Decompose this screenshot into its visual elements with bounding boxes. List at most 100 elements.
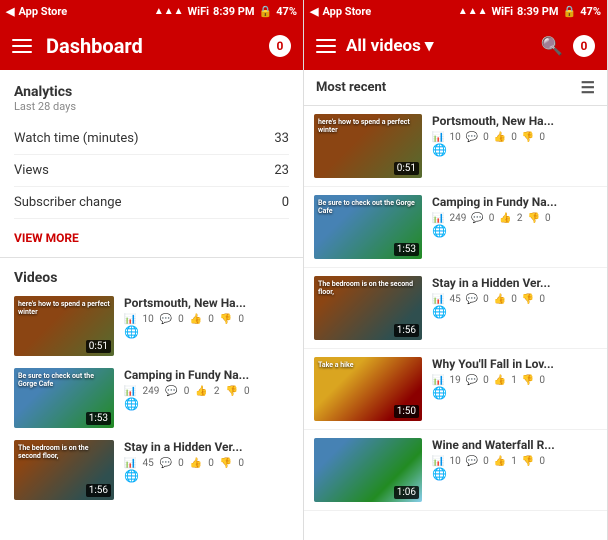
video-stats-1: 📊 10 💬 0 👍 0 👎 0	[124, 314, 289, 325]
views-count-1: 10	[142, 314, 153, 325]
dislikes-count-2: 0	[244, 386, 250, 397]
videos-section-title: Videos	[14, 270, 289, 286]
back-arrow[interactable]: ◀	[6, 5, 14, 18]
globe-icon-r3: 🌐	[432, 305, 447, 319]
filter-icon[interactable]: ☰	[581, 78, 595, 97]
notification-badge-left[interactable]: 0	[269, 35, 291, 57]
right-title-4: Why You'll Fall in Lov...	[432, 357, 597, 371]
thumbs-down-icon: 👎	[522, 132, 534, 143]
list-item[interactable]: here's how to spend a perfect winter 0:5…	[304, 106, 607, 187]
comment-icon: 💬	[160, 314, 172, 325]
comments-count-2: 0	[184, 386, 190, 397]
right-stats-2: 📊249 💬0 👍2 👎0	[432, 213, 597, 224]
right-title-1: Portsmouth, New Ha...	[432, 114, 597, 128]
subscriber-value: 0	[282, 195, 289, 210]
views-count-3: 45	[142, 458, 153, 469]
right-status-right: ▲▲▲ WiFi 8:39 PM 🔒 47%	[458, 5, 601, 18]
right-hamburger-menu[interactable]	[316, 39, 336, 53]
dropdown-arrow-icon[interactable]: ▾	[425, 36, 434, 56]
right-title-3: Stay in a Hidden Ver...	[432, 276, 597, 290]
analytics-row-subscribers: Subscriber change 0	[14, 187, 289, 219]
view-more-link[interactable]: VIEW MORE	[14, 219, 289, 247]
c5: 0	[483, 456, 489, 467]
bar-chart-icon: 📊	[124, 314, 136, 325]
thumbs-up-icon: 👍	[494, 375, 506, 386]
bar-chart-icon: 📊	[432, 132, 444, 143]
bar-chart-icon: 📊	[432, 294, 444, 305]
bar-chart-icon: 📊	[432, 213, 444, 224]
subscriber-label: Subscriber change	[14, 195, 122, 210]
list-item[interactable]: 1:06 Wine and Waterfall R... 📊10 💬0 👍1 👎…	[304, 430, 607, 511]
video-title-3: Stay in a Hidden Ver...	[124, 440, 289, 454]
l1: 0	[511, 132, 517, 143]
video-stats-3: 📊 45 💬 0 👍 0 👎 0	[124, 458, 289, 469]
left-panel: ◀ App Store ▲▲▲ WiFi 8:39 PM 🔒 47% Dashb…	[0, 0, 304, 540]
watch-time-value: 33	[274, 131, 289, 146]
views-count-2: 249	[142, 386, 159, 397]
right-title-5: Wine and Waterfall R...	[432, 438, 597, 452]
bar-chart-icon: 📊	[124, 386, 136, 397]
video-stats-2: 📊 249 💬 0 👍 2 👎 0	[124, 386, 289, 397]
signal-icon: ▲▲▲	[154, 6, 184, 17]
left-status-bar: ◀ App Store ▲▲▲ WiFi 8:39 PM 🔒 47%	[0, 0, 303, 22]
list-item[interactable]: Be sure to check out the Gorge Cafe 1:53…	[14, 368, 289, 428]
signal-icon-right: ▲▲▲	[458, 6, 488, 17]
thumbs-down-icon: 👎	[522, 294, 534, 305]
list-item[interactable]: The bedroom is on the second floor, 1:56…	[14, 440, 289, 500]
lock-icon: 🔒	[259, 5, 273, 18]
left-videos-section: Videos here's how to spend a perfect win…	[0, 258, 303, 540]
watch-time-label: Watch time (minutes)	[14, 131, 139, 146]
d3: 0	[539, 294, 545, 305]
hamburger-menu[interactable]	[12, 39, 32, 53]
right-info-2: Camping in Fundy Na... 📊249 💬0 👍2 👎0 🌐	[432, 195, 597, 239]
right-thumb-4: Take a hike 1:50	[314, 357, 422, 421]
comment-icon: 💬	[160, 458, 172, 469]
thumb-text-2: Be sure to check out the Gorge Cafe	[18, 372, 110, 389]
v4: 19	[449, 375, 460, 386]
video-thumbnail-1: here's how to spend a perfect winter 0:5…	[14, 296, 114, 356]
battery-level-right: 47%	[580, 5, 601, 18]
right-duration-5: 1:06	[394, 486, 419, 499]
back-arrow-right[interactable]: ◀	[310, 5, 318, 18]
dislikes-count-3: 0	[238, 458, 244, 469]
right-stats-3: 📊45 💬0 👍0 👎0	[432, 294, 597, 305]
globe-icon-r1: 🌐	[432, 143, 447, 157]
thumbs-down-icon: 👎	[527, 213, 539, 224]
likes-count-3: 0	[208, 458, 214, 469]
list-item[interactable]: Be sure to check out the Gorge Cafe 1:53…	[304, 187, 607, 268]
thumb-text-3: The bedroom is on the second floor,	[18, 444, 110, 461]
right-title-2: Camping in Fundy Na...	[432, 195, 597, 209]
thumbs-down-icon: 👎	[522, 375, 534, 386]
right-info-1: Portsmouth, New Ha... 📊10 💬0 👍0 👎0 🌐	[432, 114, 597, 158]
list-item[interactable]: here's how to spend a perfect winter 0:5…	[14, 296, 289, 356]
right-duration-2: 1:53	[394, 243, 419, 256]
thumbs-down-icon: 👎	[220, 458, 232, 469]
likes-count-1: 0	[208, 314, 214, 325]
c1: 0	[483, 132, 489, 143]
right-thumb-2: Be sure to check out the Gorge Cafe 1:53	[314, 195, 422, 259]
thumbs-up-icon: 👍	[190, 458, 202, 469]
right-thumb-5: 1:06	[314, 438, 422, 502]
list-item[interactable]: The bedroom is on the second floor, 1:56…	[304, 268, 607, 349]
wifi-icon: WiFi	[188, 5, 209, 18]
right-duration-3: 1:56	[394, 324, 419, 337]
thumbs-up-icon: 👍	[190, 314, 202, 325]
v5: 10	[449, 456, 460, 467]
c4: 0	[483, 375, 489, 386]
right-duration-4: 1:50	[394, 405, 419, 418]
comment-icon: 💬	[466, 375, 478, 386]
video-title-1: Portsmouth, New Ha...	[124, 296, 289, 310]
c3: 0	[483, 294, 489, 305]
right-thumb-3: The bedroom is on the second floor, 1:56	[314, 276, 422, 340]
right-thumb-text-3: The bedroom is on the second floor,	[318, 280, 418, 297]
analytics-row-views: Views 23	[14, 155, 289, 187]
right-stats-1: 📊10 💬0 👍0 👎0	[432, 132, 597, 143]
d5: 0	[539, 456, 545, 467]
search-icon[interactable]: 🔍	[541, 36, 563, 57]
thumbs-up-icon: 👍	[494, 132, 506, 143]
notification-badge-right[interactable]: 0	[573, 35, 595, 57]
right-panel: ◀ App Store ▲▲▲ WiFi 8:39 PM 🔒 47% All v…	[304, 0, 608, 540]
globe-icon-3: 🌐	[124, 469, 139, 483]
list-item[interactable]: Take a hike 1:50 Why You'll Fall in Lov.…	[304, 349, 607, 430]
globe-icon-r2: 🌐	[432, 224, 447, 238]
